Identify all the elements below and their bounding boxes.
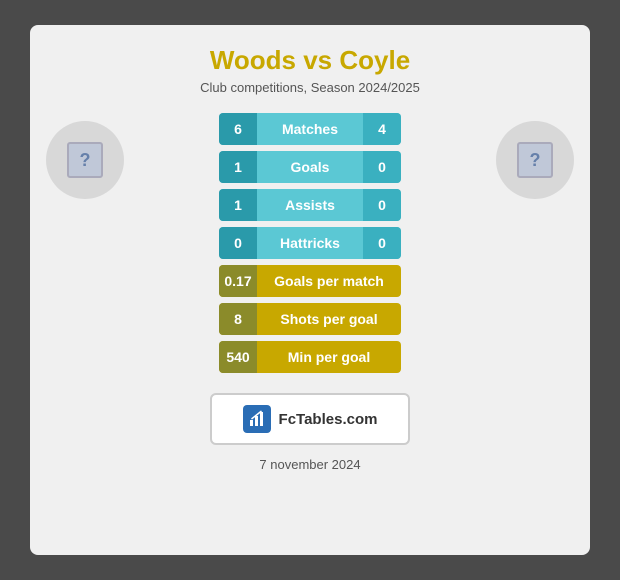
stat-right-goals: 0: [363, 151, 401, 183]
player-right-avatar: ?: [496, 121, 574, 199]
comparison-card: Woods vs Coyle Club competitions, Season…: [30, 25, 590, 555]
stat-row-goals: 1Goals0: [219, 151, 401, 183]
stat-row-goals-per-match: 0.17Goals per match: [219, 265, 401, 297]
stat-row-assists: 1Assists0: [219, 189, 401, 221]
date-text: 7 november 2024: [46, 457, 574, 472]
stat-left-assists: 1: [219, 189, 257, 221]
subtitle: Club competitions, Season 2024/2025: [46, 80, 574, 95]
stat-right-matches: 4: [363, 113, 401, 145]
stat-label-assists: Assists: [257, 197, 363, 213]
stat-right-assists: 0: [363, 189, 401, 221]
stat-label-goals-per-match: Goals per match: [257, 273, 401, 289]
stat-right-hattricks: 0: [363, 227, 401, 259]
players-row: ? 6Matches41Goals01Assists00Hattricks00.…: [46, 113, 574, 379]
brand-text: FcTables.com: [279, 411, 378, 428]
player-left-avatar: ?: [46, 121, 124, 199]
stat-row-matches: 6Matches4: [219, 113, 401, 145]
stat-left-goals-per-match: 0.17: [219, 265, 257, 297]
stat-row-shots-per-goal: 8Shots per goal: [219, 303, 401, 335]
stat-row-hattricks: 0Hattricks0: [219, 227, 401, 259]
stat-label-shots-per-goal: Shots per goal: [257, 311, 401, 327]
stats-container: 6Matches41Goals01Assists00Hattricks00.17…: [219, 113, 401, 379]
stat-left-goals: 1: [219, 151, 257, 183]
player-left-icon: ?: [67, 142, 103, 178]
page-title: Woods vs Coyle: [46, 45, 574, 76]
stat-row-min-per-goal: 540Min per goal: [219, 341, 401, 373]
stat-label-matches: Matches: [257, 121, 363, 137]
stat-left-shots-per-goal: 8: [219, 303, 257, 335]
brand-box[interactable]: FcTables.com: [210, 393, 410, 445]
stat-label-min-per-goal: Min per goal: [257, 349, 401, 365]
player-right-icon: ?: [517, 142, 553, 178]
brand-icon: [243, 405, 271, 433]
stat-label-goals: Goals: [257, 159, 363, 175]
stat-left-matches: 6: [219, 113, 257, 145]
stat-left-hattricks: 0: [219, 227, 257, 259]
stat-left-min-per-goal: 540: [219, 341, 257, 373]
stat-label-hattricks: Hattricks: [257, 235, 363, 251]
